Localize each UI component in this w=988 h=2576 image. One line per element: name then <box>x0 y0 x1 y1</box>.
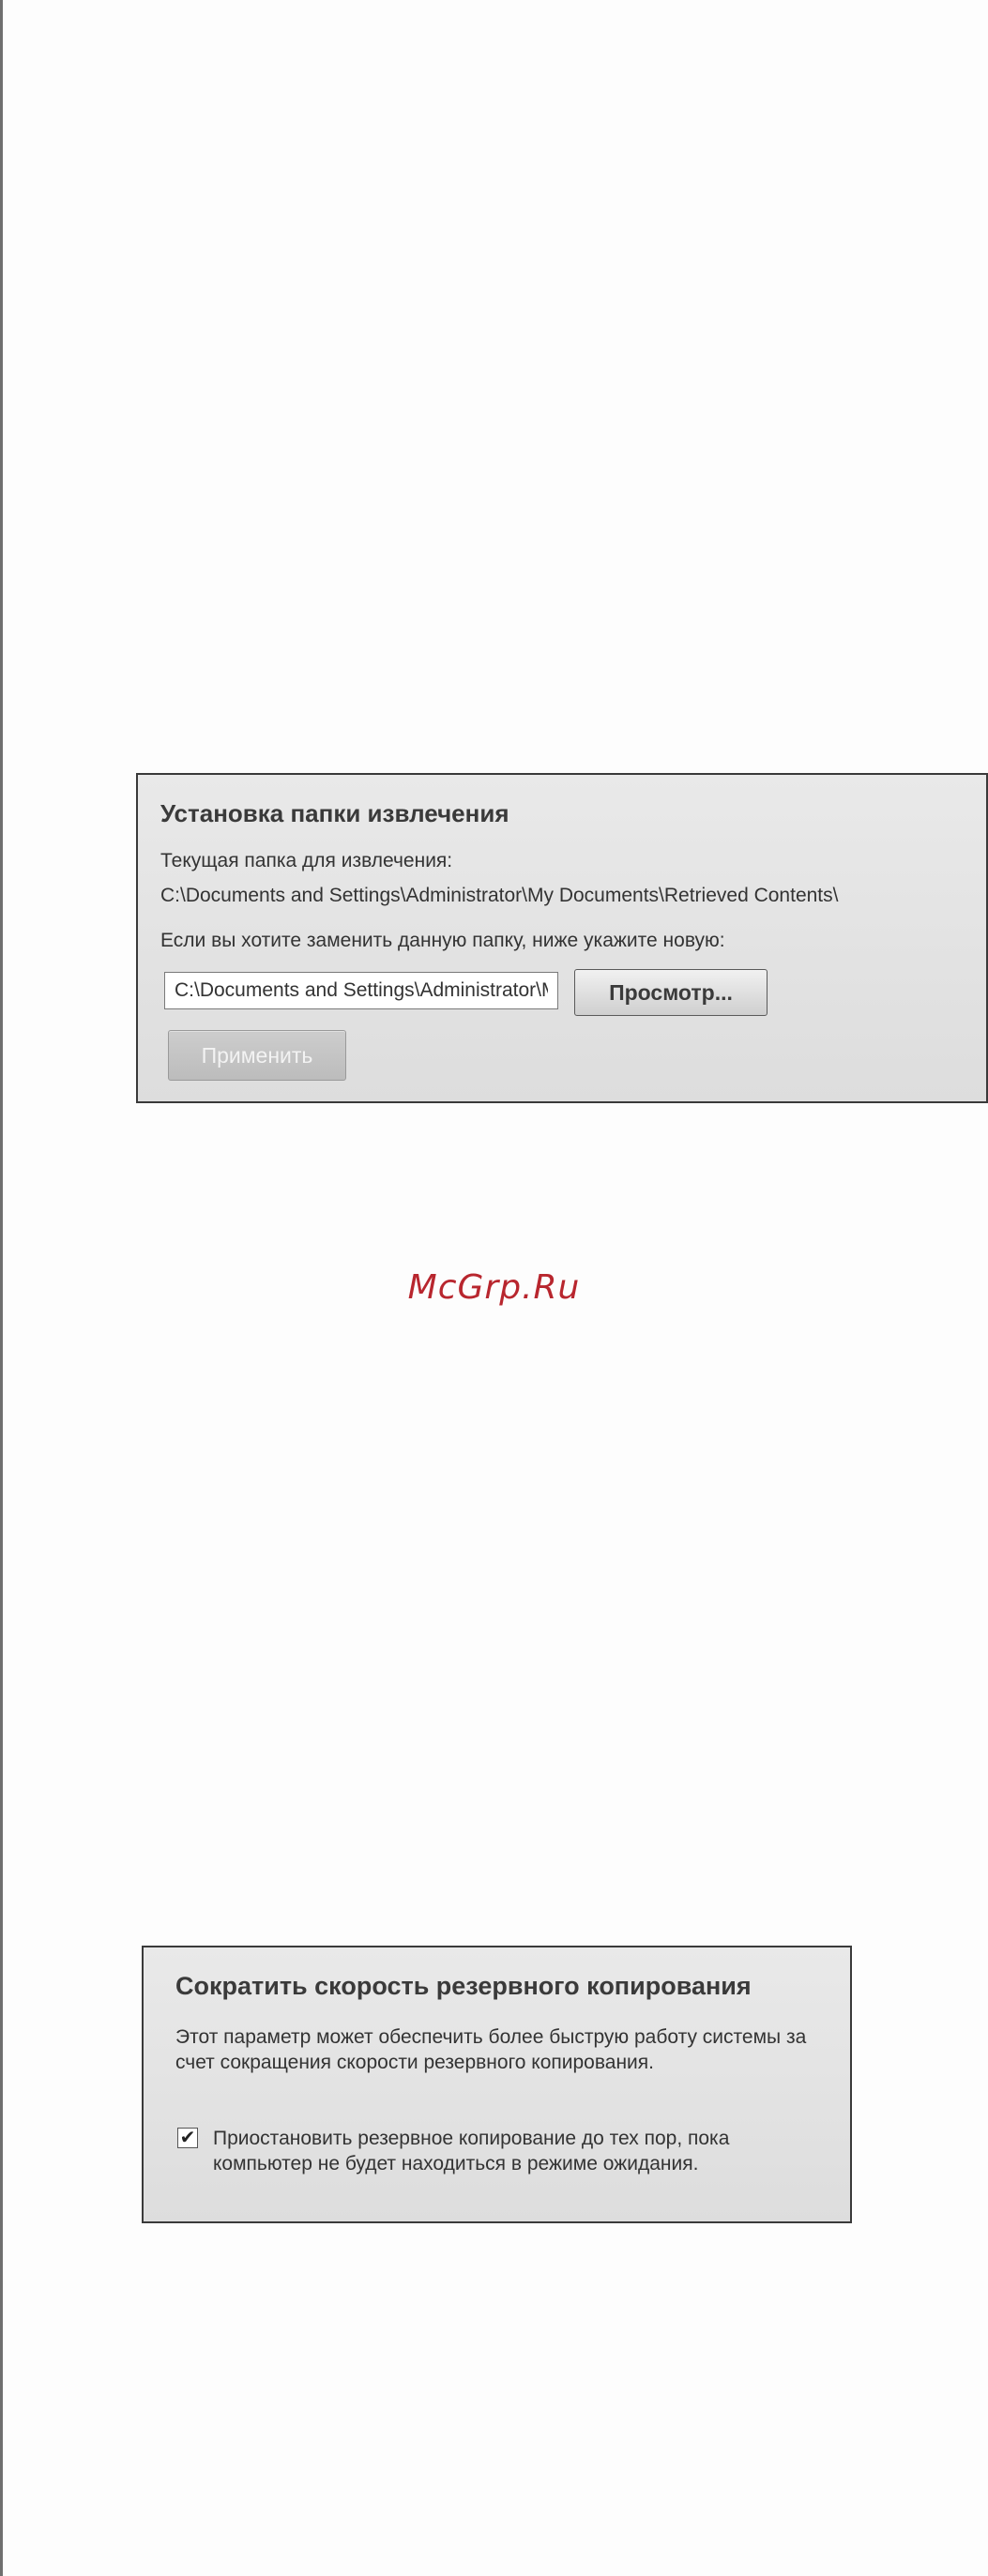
backup-speed-description: Этот параметр может обеспечить более быс… <box>175 2026 807 2073</box>
change-folder-instruction: Если вы хотите заменить данную папку, ни… <box>160 930 725 951</box>
backup-speed-panel: Сократить скорость резервного копировани… <box>142 1946 852 2223</box>
current-folder-path: C:\Documents and Settings\Administrator\… <box>160 885 839 906</box>
apply-button[interactable]: Применить <box>168 1030 346 1081</box>
browse-button[interactable]: Просмотр... <box>574 969 768 1016</box>
extract-folder-title: Установка папки извлечения <box>160 799 509 827</box>
pause-backup-label: Приостановить резервное копирование до т… <box>213 2128 730 2174</box>
watermark-text: McGrp.Ru <box>407 1268 581 1307</box>
pause-backup-checkbox[interactable]: ✔ <box>177 2128 198 2148</box>
new-folder-input[interactable] <box>164 972 558 1009</box>
extract-folder-panel: Установка папки извлечения Текущая папка… <box>136 773 988 1103</box>
backup-speed-title: Сократить скорость резервного копировани… <box>175 1972 752 2000</box>
current-folder-label: Текущая папка для извлечения: <box>160 850 453 871</box>
